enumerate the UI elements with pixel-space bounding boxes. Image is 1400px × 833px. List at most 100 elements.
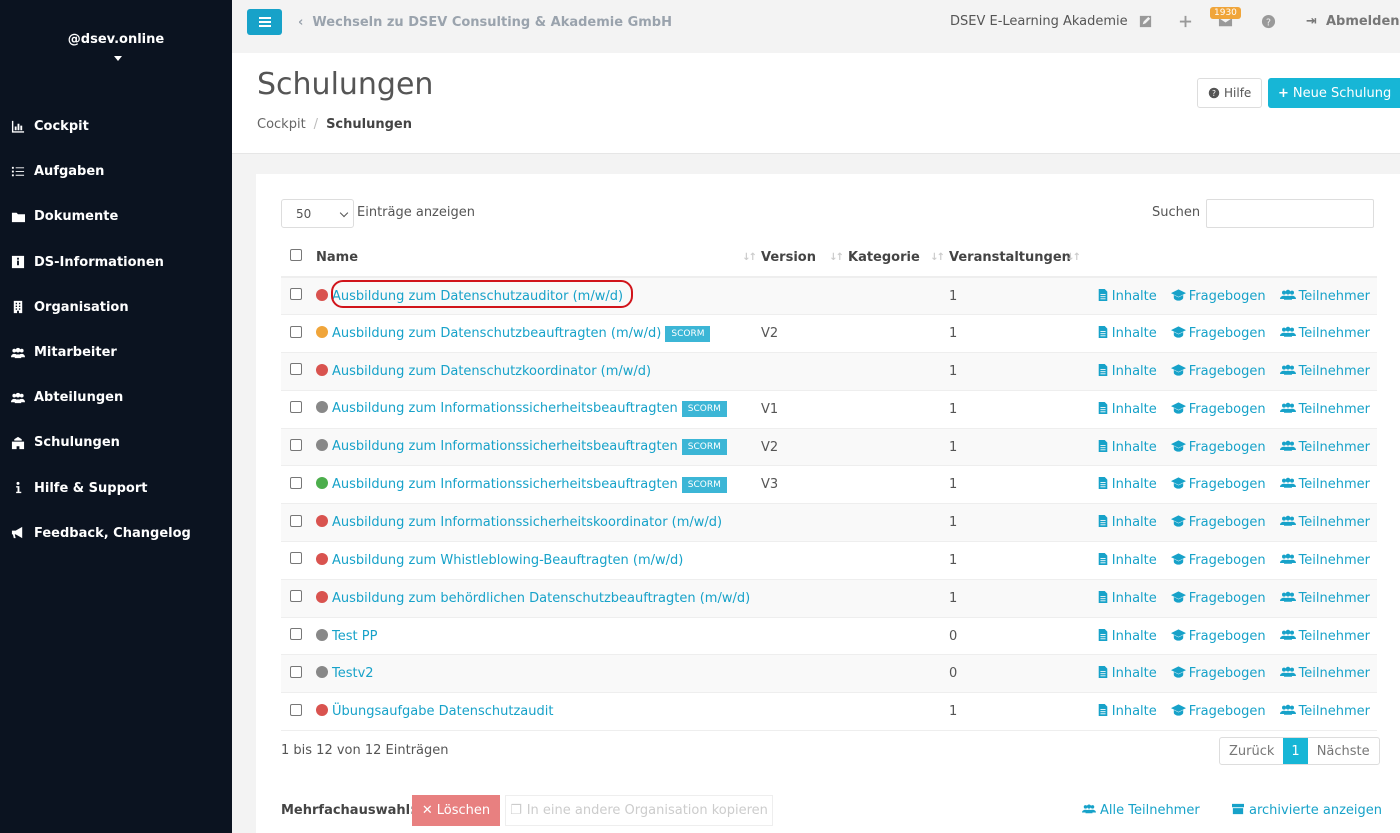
training-name-link[interactable]: Ausbildung zum Datenschutzauditor (m/w/d… [332,289,623,304]
teilnehmer-link[interactable]: Teilnehmer [1279,515,1370,530]
teilnehmer-link[interactable]: Teilnehmer [1279,629,1370,644]
user-name[interactable]: @dsev.online [0,32,232,47]
training-name-link[interactable]: Ausbildung zum Datenschutzbeauftragten (… [332,326,661,341]
row-checkbox[interactable] [290,439,302,452]
archived-link[interactable]: archivierte anzeigen [1231,803,1382,818]
help-circle-icon[interactable]: ? [1261,14,1277,30]
fragebogen-link[interactable]: Fragebogen [1170,289,1266,304]
row-checkbox[interactable] [290,476,302,489]
inhalte-link[interactable]: Inhalte [1097,439,1157,455]
training-name-link[interactable]: Ausbildung zum behördlichen Datenschutzb… [332,591,750,606]
fragebogen-label: Fragebogen [1188,439,1266,455]
switch-org-link[interactable]: ‹ Wechseln zu DSEV Consulting & Akademie… [298,15,672,30]
select-all-checkbox[interactable] [290,249,302,261]
teilnehmer-link[interactable]: Teilnehmer [1279,364,1370,379]
sidebar-item-ds-informationen[interactable]: DS-Informationen [0,240,232,285]
inhalte-link[interactable]: Inhalte [1097,704,1157,719]
column-header-name[interactable]: Name ↓↑ [316,238,761,278]
training-name-link[interactable]: Testv2 [332,666,374,681]
training-name-link[interactable]: Übungsaufgabe Datenschutzaudit [332,704,553,719]
sidebar-item-hilfe-support[interactable]: Hilfe & Support [0,466,232,511]
sidebar-item-organisation[interactable]: Organisation [0,285,232,330]
fragebogen-link[interactable]: Fragebogen [1170,364,1266,379]
row-checkbox[interactable] [290,401,302,414]
sidebar-item-aufgaben[interactable]: Aufgaben [0,149,232,194]
teilnehmer-link[interactable]: Teilnehmer [1279,704,1370,719]
inhalte-link[interactable]: Inhalte [1097,326,1157,341]
fragebogen-link[interactable]: Fragebogen [1170,326,1266,341]
sidebar-item-mitarbeiter[interactable]: Mitarbeiter [0,330,232,375]
teilnehmer-link[interactable]: Teilnehmer [1279,591,1370,606]
row-checkbox[interactable] [290,514,302,527]
row-checkbox[interactable] [290,665,302,678]
users-icon [1279,553,1296,564]
column-header-version[interactable]: Version ↓↑ [761,238,848,278]
fragebogen-link[interactable]: Fragebogen [1170,704,1266,719]
sidebar-item-schulungen[interactable]: Schulungen [0,420,232,465]
teilnehmer-link[interactable]: Teilnehmer [1279,402,1370,417]
row-checkbox[interactable] [290,590,302,603]
fragebogen-link[interactable]: Fragebogen [1170,439,1266,455]
user-dropdown-caret-icon[interactable] [114,56,122,61]
column-header-kategorie[interactable]: Kategorie ↓↑ [848,238,949,278]
row-checkbox[interactable] [290,703,302,716]
row-checkbox[interactable] [290,628,302,641]
delete-button[interactable]: ✕ Löschen [412,795,500,826]
teilnehmer-link[interactable]: Teilnehmer [1279,440,1370,455]
search-input[interactable] [1206,199,1374,228]
fragebogen-link[interactable]: Fragebogen [1170,477,1266,492]
sidebar-item-feedback-changelog[interactable]: Feedback, Changelog [0,511,232,556]
training-name-link[interactable]: Ausbildung zum Datenschutzkoordinator (m… [332,364,651,379]
training-name-link[interactable]: Test PP [332,629,377,644]
fragebogen-link[interactable]: Fragebogen [1170,515,1266,530]
new-training-button[interactable]: + Neue Schulung [1268,78,1400,108]
fragebogen-link[interactable]: Fragebogen [1170,402,1266,417]
sidebar-item-dokumente[interactable]: Dokumente [0,194,232,239]
training-name-link[interactable]: Ausbildung zum Informationssicherheitsbe… [332,401,678,416]
inhalte-link[interactable]: Inhalte [1097,363,1157,379]
menu-toggle-button[interactable] [247,9,282,35]
fragebogen-link[interactable]: Fragebogen [1170,666,1266,681]
breadcrumb-home[interactable]: Cockpit [257,117,306,132]
teilnehmer-link[interactable]: Teilnehmer [1279,477,1370,492]
copy-to-org-button[interactable]: ❐ In eine andere Organisation kopieren [505,795,773,826]
inhalte-link[interactable]: Inhalte [1097,590,1157,606]
pagination-page-1[interactable]: 1 [1283,738,1308,764]
row-checkbox[interactable] [290,363,302,376]
training-name-link[interactable]: Ausbildung zum Informationssicherheitsbe… [332,439,678,454]
teilnehmer-link[interactable]: Teilnehmer [1279,289,1370,304]
sidebar-item-cockpit[interactable]: Cockpit [0,104,232,149]
training-name-link[interactable]: Ausbildung zum Informationssicherheitsko… [332,515,722,530]
inhalte-link[interactable]: Inhalte [1097,552,1157,568]
teilnehmer-link[interactable]: Teilnehmer [1279,326,1370,341]
column-header-veranstaltungen[interactable]: Veranstaltungen ↓↑ [949,238,1085,278]
inhalte-link[interactable]: Inhalte [1097,288,1157,304]
logout-link[interactable]: ⇥ Abmelden [1306,14,1400,29]
cell-actions: Inhalte Fragebogen Teilnehmer [1085,428,1377,466]
help-button[interactable]: ? Hilfe [1197,78,1263,108]
row-checkbox[interactable] [290,552,302,565]
row-checkbox[interactable] [290,288,302,301]
inhalte-link[interactable]: Inhalte [1097,628,1157,644]
edit-icon[interactable] [1138,14,1154,30]
pagination-prev[interactable]: Zurück [1220,738,1283,764]
plus-icon[interactable] [1178,14,1194,30]
row-checkbox[interactable] [290,325,302,338]
inhalte-link[interactable]: Inhalte [1097,515,1157,530]
cell-actions: Inhalte Fragebogen Teilnehmer [1085,693,1377,731]
cell-actions: Inhalte Fragebogen Teilnehmer [1085,315,1377,353]
sidebar-item-abteilungen[interactable]: Abteilungen [0,375,232,420]
fragebogen-link[interactable]: Fragebogen [1170,629,1266,644]
inhalte-link[interactable]: Inhalte [1097,401,1157,417]
teilnehmer-link[interactable]: Teilnehmer [1279,553,1370,568]
training-name-link[interactable]: Ausbildung zum Informationssicherheitsbe… [332,477,678,492]
inhalte-link[interactable]: Inhalte [1097,477,1157,492]
fragebogen-link[interactable]: Fragebogen [1170,591,1266,606]
inhalte-link[interactable]: Inhalte [1097,666,1157,681]
entries-length-select[interactable]: 50 [281,199,354,228]
teilnehmer-link[interactable]: Teilnehmer [1279,666,1370,681]
all-participants-link[interactable]: Alle Teilnehmer [1082,803,1200,818]
pagination-next[interactable]: Nächste [1308,738,1379,764]
fragebogen-link[interactable]: Fragebogen [1170,553,1266,568]
training-name-link[interactable]: Ausbildung zum Whistleblowing-Beauftragt… [332,553,683,568]
